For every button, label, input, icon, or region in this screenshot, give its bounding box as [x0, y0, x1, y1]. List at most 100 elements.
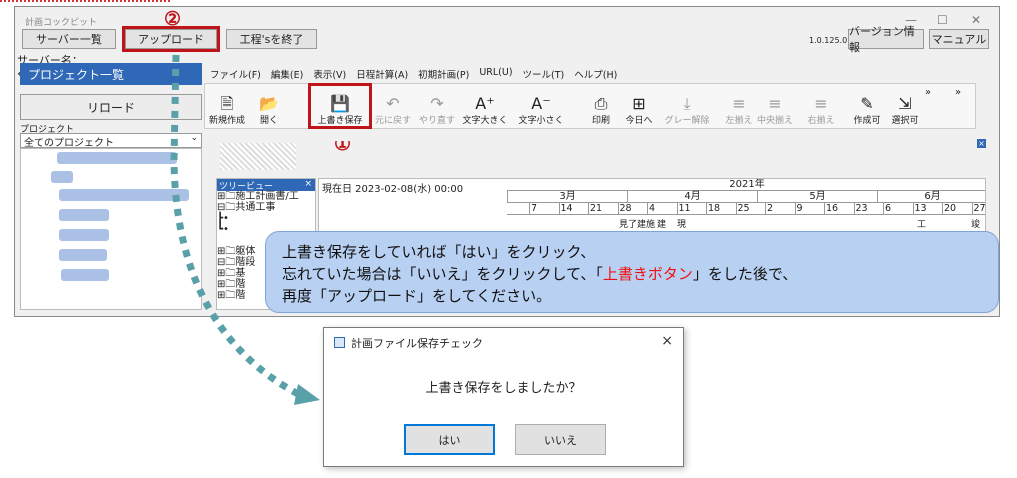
tree-view-title: ツリービュー	[219, 182, 274, 192]
gantt-label: 建	[657, 220, 667, 230]
project-tree[interactable]	[20, 148, 202, 310]
maximize-icon[interactable]: ☐	[937, 13, 948, 27]
menu-item[interactable]: URL(U)	[479, 67, 512, 83]
gantt-day: 20	[942, 203, 957, 215]
gantt-day: 23	[853, 203, 868, 215]
gantt-day: 4	[647, 203, 656, 215]
align-center-icon: ≡	[768, 94, 782, 113]
gantt-label: 竣	[971, 220, 981, 230]
gantt-day: 28	[617, 203, 632, 215]
menu-item[interactable]: 編集(E)	[271, 67, 303, 83]
gantt-day: 13	[912, 203, 927, 215]
gantt-label: 見了	[619, 220, 638, 230]
save-check-dialog: 計画ファイル保存チェック × 上書き保存をしましたか？ はい いいえ	[323, 327, 684, 467]
dialog-message: 上書き保存をしましたか？	[425, 381, 582, 396]
gantt-month: 3月	[507, 191, 627, 203]
tree-item[interactable]: ⊞🗀施工計画書/工	[217, 191, 315, 202]
ribbon-label: 選択可	[891, 116, 919, 126]
finish-button[interactable]: 工程'sを終了	[226, 29, 317, 49]
gantt-months: 3月 4月 5月 6月	[507, 191, 985, 203]
yes-button[interactable]: はい	[404, 424, 495, 455]
ribbon-label: 元に戻す	[374, 116, 411, 126]
gantt-label: 工	[917, 220, 927, 230]
screenshot-root: 計画コックピット — ☐ ✕ サーバー一覧 アップロード 工程'sを終了 1.0…	[0, 0, 1017, 478]
ribbon-subbar	[204, 129, 986, 141]
menu-item[interactable]: ツール(T)	[523, 67, 565, 83]
project-select[interactable]: 全てのプロジェクト ⌄	[20, 133, 202, 149]
close-icon[interactable]: ×	[304, 179, 312, 191]
dialog-title: 計画ファイル保存チェック	[351, 337, 483, 350]
server-list-button[interactable]: サーバー一覧	[22, 29, 116, 49]
ribbon-label: 文字小さく	[518, 116, 564, 126]
ribbon-label: グレー解除	[664, 116, 710, 126]
gantt-days: 7 14 21 28 4 11 18 25 2 9 16 23 6 13 20 27	[507, 203, 986, 215]
gray-clear-icon: ⤓	[683, 94, 691, 113]
gantt-day: 6	[883, 203, 892, 215]
save-button[interactable]: 💾 上書き保存	[308, 83, 372, 129]
menu-item[interactable]: 表示(V)	[313, 67, 346, 83]
ribbon-toolbar: 🗎 新規作成 📂 開く 💾 上書き保存 ↶ 元に戻す ↷ やり直す A⁺ 文字大きく A⁻ 文字小さく ⎙ 印…	[204, 83, 976, 129]
gantt-day: 2	[765, 203, 774, 215]
close-icon[interactable]: ×	[661, 333, 673, 349]
manual-button[interactable]: マニュアル	[929, 29, 989, 49]
new-file-icon: 🗎	[220, 94, 234, 113]
redo-icon: ↷	[430, 94, 444, 113]
font-smaller-icon: A⁻	[531, 94, 551, 113]
blurred-item	[51, 171, 73, 183]
ribbon-button[interactable]: ⤓ グレー解除	[664, 86, 710, 127]
ribbon-button[interactable]: ≡ 中央揃え	[753, 86, 797, 127]
ribbon-button[interactable]: ↶ 元に戻す	[371, 86, 415, 127]
tree-item[interactable]: ┣•	[217, 213, 315, 224]
tree-item[interactable]: ⊟🗀共通工事	[217, 202, 315, 213]
menu-item[interactable]: ヘルプ(H)	[574, 67, 617, 83]
ribbon-button[interactable]: ↷ やり直す	[415, 86, 459, 127]
blurred-item	[57, 152, 177, 164]
upload-button[interactable]: アップロード	[122, 26, 220, 52]
bubble-text: 」をした後で、	[692, 265, 798, 283]
reload-button[interactable]: リロード	[20, 94, 202, 120]
no-button[interactable]: いいえ	[515, 424, 606, 455]
project-list-header: プロジェクト一覧	[20, 63, 202, 85]
gantt-day: 18	[706, 203, 721, 215]
chevron-down-icon: ⌄	[190, 133, 198, 143]
create-enabled-icon: ✎	[860, 94, 874, 113]
version-info-button[interactable]: バージョン情報	[848, 25, 924, 54]
blurred-item	[59, 209, 109, 221]
gantt-day: 16	[824, 203, 839, 215]
ribbon-button[interactable]: 📂 開く	[247, 86, 291, 127]
ribbon-button[interactable]: ≡ 右揃え	[799, 86, 843, 127]
bubble-text: 忘れていた場合は「いいえ」をクリックして、「	[282, 265, 603, 283]
ribbon-more-icon[interactable]: »	[955, 87, 961, 98]
gantt-month: 6月	[877, 191, 985, 203]
ribbon-label: やり直す	[418, 116, 455, 126]
close-icon[interactable]: ✕	[971, 13, 981, 27]
menu-item[interactable]: 日程計算(A)	[356, 67, 408, 83]
blurred-item	[59, 229, 109, 241]
panel-close-icon[interactable]: ×	[977, 139, 986, 148]
ribbon-label: 中央揃え	[756, 116, 793, 126]
gantt-day: 11	[676, 203, 691, 215]
align-left-icon: ≡	[732, 94, 746, 113]
undo-icon: ↶	[386, 94, 400, 113]
menu-item[interactable]: 初期計画(P)	[418, 67, 469, 83]
gantt-day: 14	[558, 203, 573, 215]
bubble-line-1: 上書き保存をしていれば「はい」をクリック、	[282, 243, 596, 261]
gantt-day: 25	[735, 203, 750, 215]
menu-bar: ファイル(F) 編集(E) 表示(V) 日程計算(A) 初期計画(P) URL(U) ツール…	[204, 67, 617, 83]
gantt-month: 5月	[757, 191, 877, 203]
gantt-day: 9	[794, 203, 803, 215]
gantt-day: 27	[971, 203, 986, 215]
ribbon-more-icon[interactable]: »	[925, 87, 931, 98]
print-icon: ⎙	[594, 94, 608, 113]
ribbon-button[interactable]: A⁺ 文字大きく	[463, 86, 508, 127]
ribbon-button[interactable]: ⊞ 今日へ	[617, 86, 661, 127]
ribbon-button[interactable]: A⁻ 文字小さく	[518, 86, 564, 127]
gantt-day: 7	[529, 203, 538, 215]
menu-item[interactable]: ファイル(F)	[210, 67, 261, 83]
ribbon-button[interactable]: ⇲ 選択可	[883, 86, 927, 127]
select-enabled-icon: ⇲	[898, 94, 912, 113]
ribbon-label: 新規作成	[208, 116, 245, 126]
window-title: 計画コックピット	[25, 18, 98, 28]
ribbon-button[interactable]: 🗎 新規作成	[205, 86, 249, 127]
hatched-panel	[220, 143, 296, 170]
